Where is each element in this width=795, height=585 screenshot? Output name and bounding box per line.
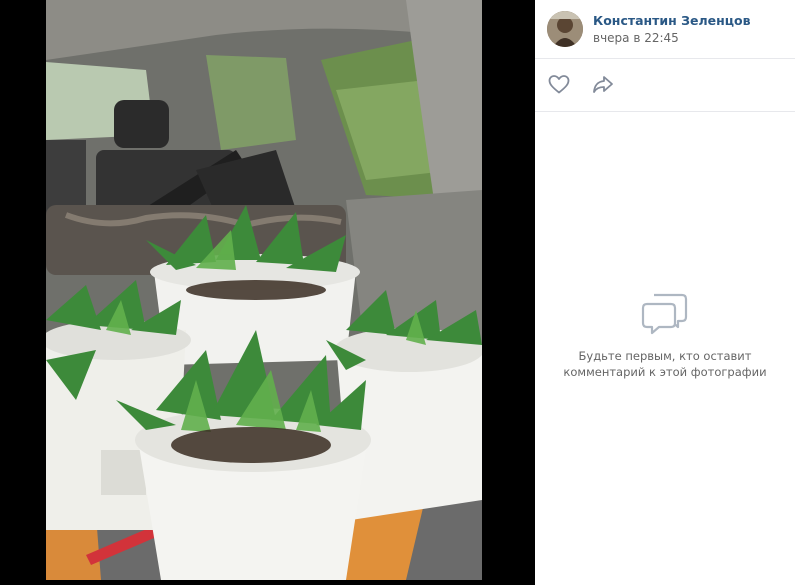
- heart-icon: [548, 75, 570, 94]
- photo-car-trunk-with-plant-buckets: [46, 0, 482, 580]
- speech-bubbles-icon: [641, 293, 688, 335]
- photo-sidebar: Константин Зеленцов вчера в 22:45 Будьте…: [535, 0, 795, 585]
- no-comments-message: Будьте первым, кто оставит комментарий к…: [563, 349, 767, 379]
- share-button[interactable]: [591, 72, 617, 96]
- post-photo[interactable]: [46, 0, 482, 580]
- author-avatar[interactable]: [547, 11, 583, 47]
- share-arrow-icon: [593, 76, 613, 93]
- photo-viewer: [0, 0, 535, 585]
- post-timestamp[interactable]: вчера в 22:45: [593, 31, 679, 45]
- post-author-header: Константин Зеленцов вчера в 22:45: [535, 0, 795, 59]
- comments-empty-state: Будьте первым, кто оставит комментарий к…: [535, 290, 795, 380]
- post-actions: [535, 59, 795, 112]
- like-button[interactable]: [547, 72, 573, 96]
- author-name-link[interactable]: Константин Зеленцов: [593, 13, 751, 28]
- avatar-image: [547, 11, 583, 47]
